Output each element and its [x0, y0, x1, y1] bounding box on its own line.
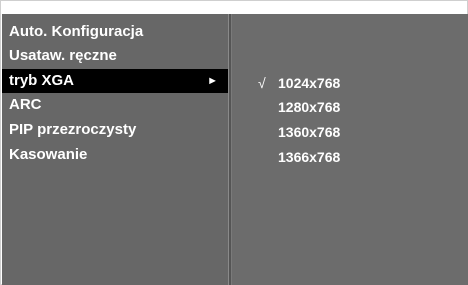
menu-item-xga-mode[interactable]: tryb XGA ► [2, 69, 228, 93]
menu-item-label: Kasowanie [9, 146, 88, 163]
option-label: 1024x768 [278, 75, 341, 91]
resolution-option-1360x768[interactable]: 1360x768 [232, 120, 468, 144]
menu-item-auto-config[interactable]: Auto. Konfiguracja [2, 20, 228, 44]
option-label: 1366x768 [278, 149, 341, 165]
menu-item-label: Usataw. ręczne [9, 47, 117, 64]
resolution-option-1024x768[interactable]: √ 1024x768 [232, 71, 468, 95]
option-label: 1360x768 [278, 124, 341, 140]
menu-item-label: Auto. Konfiguracja [9, 23, 144, 40]
tv-screen: Auto. Konfiguracja Usataw. ręczne tryb X… [0, 0, 468, 285]
menu-item-label: tryb XGA [9, 72, 75, 89]
play-arrow-icon: ► [207, 75, 218, 87]
menu-item-label: PIP przezroczysty [9, 121, 137, 138]
checkmark-icon: √ [258, 75, 266, 91]
main-menu-panel: Auto. Konfiguracja Usataw. ręczne tryb X… [2, 14, 228, 285]
osd-menu: Auto. Konfiguracja Usataw. ręczne tryb X… [2, 14, 468, 285]
option-label: 1280x768 [278, 99, 341, 115]
menu-item-label: ARC [9, 96, 42, 113]
menu-item-pip-transparency[interactable]: PIP przezroczysty [2, 118, 228, 142]
menu-item-manual-settings[interactable]: Usataw. ręczne [2, 44, 228, 68]
submenu-panel: √ 1024x768 1280x768 1360x768 1366x768 [232, 14, 468, 285]
resolution-option-1280x768[interactable]: 1280x768 [232, 95, 468, 119]
menu-item-reset[interactable]: Kasowanie [2, 143, 228, 167]
resolution-option-1366x768[interactable]: 1366x768 [232, 145, 468, 169]
menu-item-arc[interactable]: ARC [2, 93, 228, 117]
